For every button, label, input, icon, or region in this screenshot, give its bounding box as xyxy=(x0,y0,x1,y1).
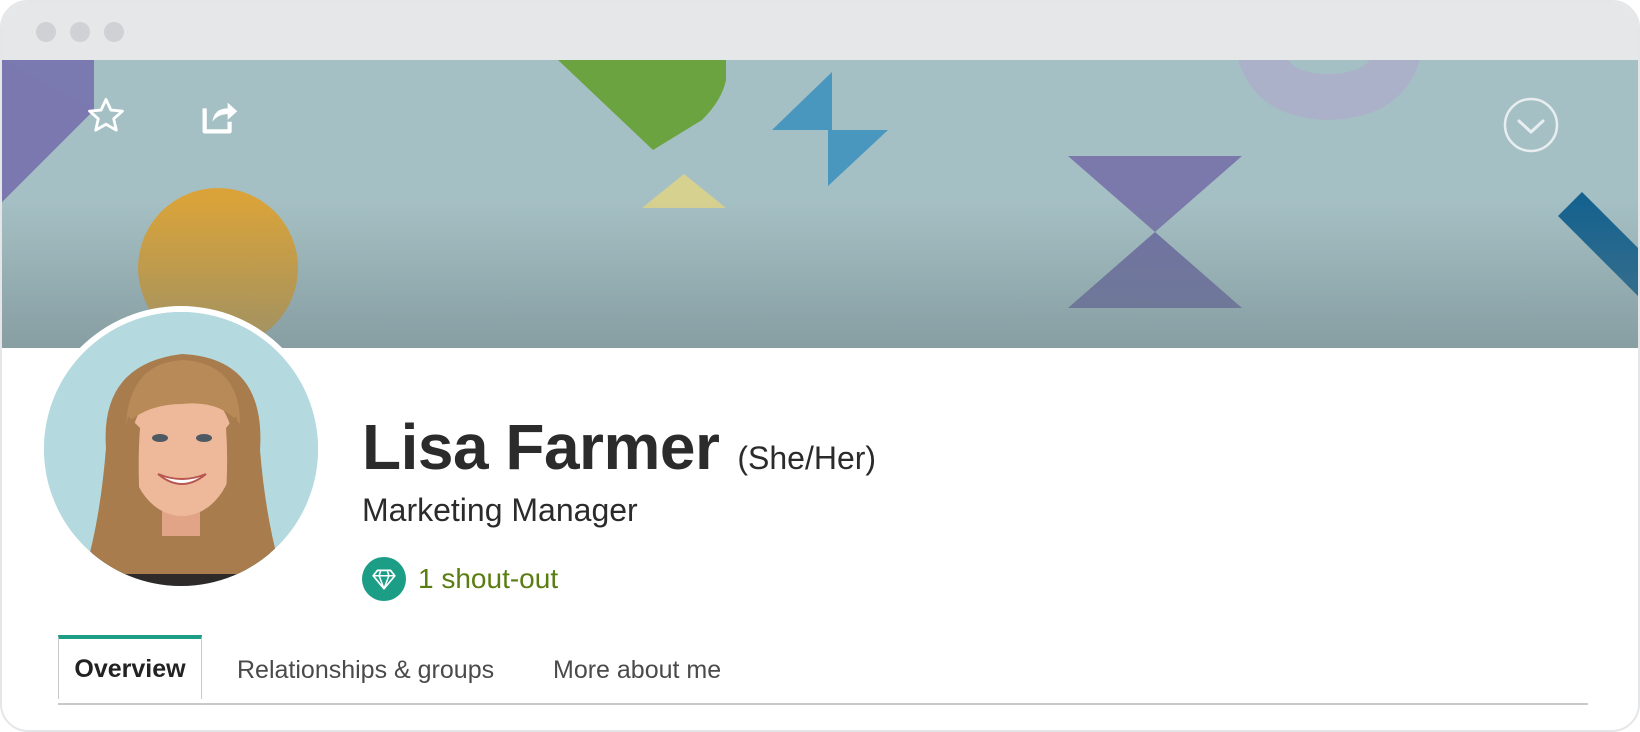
shoutout-link[interactable]: 1 shout-out xyxy=(362,557,558,601)
profile-tabs: Overview Relationships & groups More abo… xyxy=(58,635,1588,705)
diamond-icon xyxy=(372,569,396,590)
share-icon xyxy=(202,102,238,134)
window-close-dot[interactable] xyxy=(36,22,56,42)
diamond-badge xyxy=(362,557,406,601)
browser-window: Lisa Farmer (She/Her) Marketing Manager … xyxy=(0,0,1640,732)
tab-more-about-me[interactable]: More about me xyxy=(553,637,721,703)
window-minimize-dot[interactable] xyxy=(70,22,90,42)
chevron-down-circle-icon xyxy=(1503,97,1559,153)
window-titlebar xyxy=(2,2,1638,60)
window-maximize-dot[interactable] xyxy=(104,22,124,42)
profile-name: Lisa Farmer xyxy=(362,411,720,483)
profile-name-row: Lisa Farmer (She/Her) xyxy=(362,410,876,484)
shoutout-label: 1 shout-out xyxy=(418,563,559,594)
avatar[interactable] xyxy=(44,312,318,586)
star-icon xyxy=(88,97,124,132)
avatar-frame xyxy=(38,306,324,592)
profile-job-title: Marketing Manager xyxy=(362,492,638,528)
banner-art xyxy=(2,60,1638,348)
expand-button[interactable] xyxy=(1502,96,1560,154)
share-button[interactable] xyxy=(196,92,244,140)
favorite-button[interactable] xyxy=(84,94,128,138)
avatar-photo xyxy=(44,312,318,586)
tab-relationships-groups[interactable]: Relationships & groups xyxy=(237,637,494,703)
profile-banner xyxy=(2,60,1638,348)
profile-pronouns: (She/Her) xyxy=(737,440,877,476)
tab-overview[interactable]: Overview xyxy=(58,635,202,699)
